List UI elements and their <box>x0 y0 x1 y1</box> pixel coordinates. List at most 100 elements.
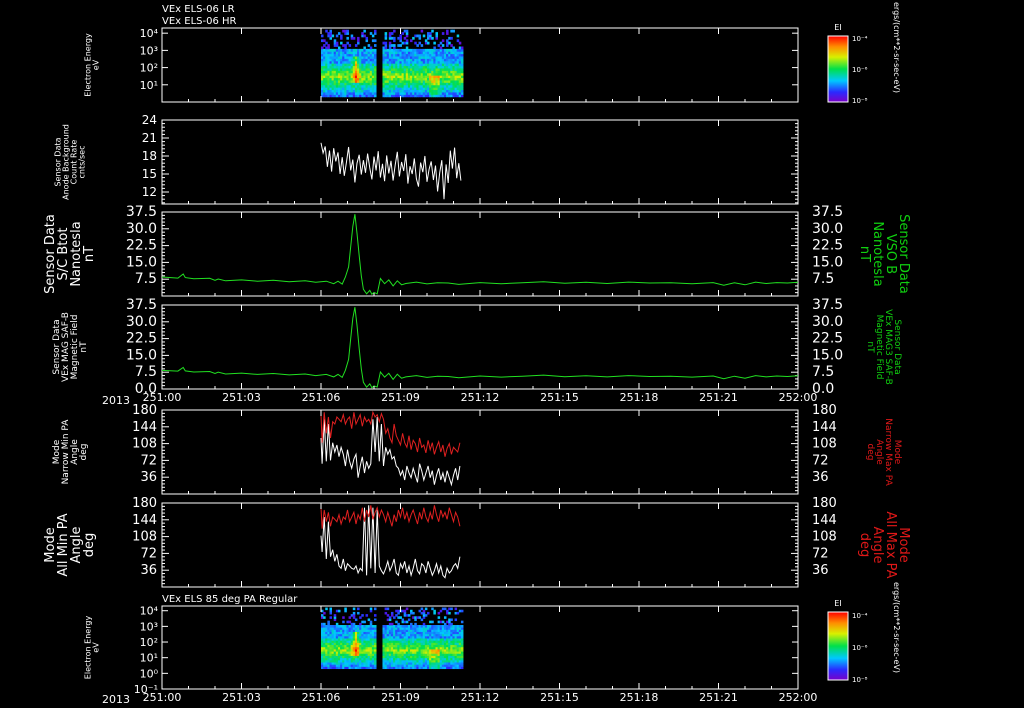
sc_btot-ylabel-right-line-3: nT <box>857 246 872 262</box>
spectrogram_top-cell <box>329 29 332 33</box>
year-label-bottom: 2013 <box>102 693 130 706</box>
spectrogram_top-cell <box>344 46 347 50</box>
spectrogram_top-cell <box>374 44 377 47</box>
spectrogram_top-cell <box>399 36 402 40</box>
spectrogram_top-cell <box>435 32 438 35</box>
spectrogram_top-cell <box>460 82 464 86</box>
spectrogram_top-cell <box>460 68 464 71</box>
spectrogram_top-cell <box>429 34 432 38</box>
spectrogram_top-cell <box>460 46 464 50</box>
spectrogram_bottom-cell <box>374 625 377 628</box>
spectrogram_top-cell <box>384 32 388 35</box>
anode_background-ytick-label-4: 24 <box>142 113 157 127</box>
spectrogram_bottom-cell <box>344 607 347 611</box>
mag3_field-xtick-label-3: 251:09 <box>381 391 420 404</box>
mag3_field-ytick-label-right-4: 30.0 <box>812 314 843 330</box>
mag3_field-ytick-label-4: 30.0 <box>126 314 157 330</box>
sc_btot-ytick-label-1: 15.0 <box>126 254 157 270</box>
spectrogram_bottom-xtick-label-6: 251:18 <box>620 691 659 704</box>
spectrogram_top-cell <box>374 58 377 62</box>
spectrogram_top-cell <box>346 29 349 33</box>
spectrogram_top-cell <box>458 41 462 45</box>
spectrogram_bottom-cell <box>323 616 326 619</box>
spectrogram_bottom-xtick-label-7: 251:21 <box>699 691 738 704</box>
colorbar-top-gradient <box>827 35 849 103</box>
spectrogram_top-cell <box>441 44 445 47</box>
narrow_pa-ytick-label-4: 180 <box>132 403 157 418</box>
spectrogram_top-cell <box>363 46 366 50</box>
spectrogram_top-cell <box>446 29 449 33</box>
spectrogram_top-cell <box>365 39 369 43</box>
colorbar-bottom-units: ergs/(cm**2-sr-sec-eV) <box>892 582 901 673</box>
narrow_pa-ytick-label-0: 36 <box>140 470 157 485</box>
spectrogram_bottom-cell <box>386 607 390 611</box>
figure-title-lr: VEx ELS-06 LR <box>162 4 235 15</box>
spectrogram_top-cell <box>340 34 343 38</box>
spectrogram_top-ylabel-line-1: eV <box>92 59 101 70</box>
spectrogram_top-cell <box>405 39 409 43</box>
anode_background-ytick-label-3: 21 <box>142 131 157 145</box>
narrow_pa-ytick-label-right-4: 180 <box>812 403 837 418</box>
spectrogram_bottom-xtick-label-4: 251:12 <box>461 691 500 704</box>
spectrogram_top-cell <box>357 39 360 43</box>
spectrogram_bottom-xtick-label-2: 251:06 <box>302 691 341 704</box>
spectrogram_top-cell <box>460 65 464 69</box>
mag3_field-ytick-label-right-1: 7.5 <box>812 364 834 380</box>
spectrogram_top-cell <box>433 41 436 45</box>
sc_btot-ytick-label-right-3: 30.0 <box>812 221 843 237</box>
spectrogram_top-ytick-label-0: 10⁴ <box>140 27 159 40</box>
spectrogram_top-cell <box>388 46 392 50</box>
spectrogram_top-cell <box>327 44 330 47</box>
spectrogram_top-cell <box>388 41 392 45</box>
spectrogram_bottom-cell <box>369 620 373 624</box>
spectrogram_top-cell <box>340 41 343 45</box>
all_pa-ytick-label-right-1: 72 <box>812 546 829 561</box>
spectrogram_top-cell <box>460 48 464 52</box>
spectrogram_top-cell <box>348 44 352 47</box>
sc_btot-ytick-label-4: 37.5 <box>126 204 157 220</box>
spectrogram_top-cell <box>431 29 434 33</box>
spectrogram_top-cell <box>363 29 366 33</box>
spectrogram_top-cell <box>420 29 424 33</box>
narrow_pa-ytick-label-right-2: 108 <box>812 437 837 452</box>
mag3_field-xtick-label-6: 251:18 <box>620 391 659 404</box>
spectrogram_bottom-cell <box>374 614 377 617</box>
spectrogram_bottom-cell <box>460 620 464 624</box>
spectrogram_top-cell <box>374 82 377 86</box>
all_pa-ytick-label-right-2: 108 <box>812 530 837 545</box>
spectrogram_bottom-cell <box>412 611 415 615</box>
spectrogram_top-cell <box>405 41 409 45</box>
spectrogram_top-cell <box>460 75 464 79</box>
spectrogram_bottom-cell <box>437 616 441 619</box>
all_pa-ytick-label-2: 108 <box>132 530 157 545</box>
spectrogram_top-cell <box>452 46 455 50</box>
spectrogram_top-cell <box>374 75 377 79</box>
colorbar-top-title: EI <box>834 23 841 32</box>
spectrogram_top-cell <box>416 44 419 47</box>
spectrogram_top-cell <box>321 46 324 50</box>
all_pa-ylabel-line-3: deg <box>82 533 97 558</box>
narrow_pa-ytick-label-3: 144 <box>132 420 157 435</box>
spectrogram_top-cell <box>374 63 377 67</box>
spectrogram_bottom-xtick-label-5: 251:15 <box>540 691 579 704</box>
spectrogram_top-cell <box>346 41 349 45</box>
spectrogram_bottom-cell <box>325 607 328 611</box>
colorbar-bottom-tick-3: 10⁻⁸ <box>852 676 868 684</box>
spectrogram_bottom-cell <box>454 607 458 611</box>
all_pa-ytick-label-0: 36 <box>140 563 157 578</box>
anode_background-ytick-label-0: 12 <box>142 185 157 199</box>
spectrogram_bottom-xtick-label-3: 251:09 <box>381 691 420 704</box>
spectrogram_bottom-ytick-label-3: 10¹ <box>140 652 158 665</box>
spectrogram_top-cell <box>321 34 324 38</box>
spectrogram_bottom-cell <box>390 611 394 615</box>
mag3_field-ytick-label-3: 22.5 <box>126 331 157 347</box>
spectrogram_top-cell <box>374 72 377 76</box>
spectrogram_top-cell <box>335 44 339 47</box>
spectrogram_top-cell <box>422 34 426 38</box>
colorbar-top-tick-2: 10⁻⁶ <box>852 66 868 74</box>
spectrogram_top-cell <box>460 84 464 88</box>
all_pa-ytick-label-4: 180 <box>132 496 157 511</box>
spectrogram_top-cell <box>335 41 339 45</box>
all_pa-ytick-label-1: 72 <box>140 546 157 561</box>
spectrogram_top-cell <box>344 44 347 47</box>
